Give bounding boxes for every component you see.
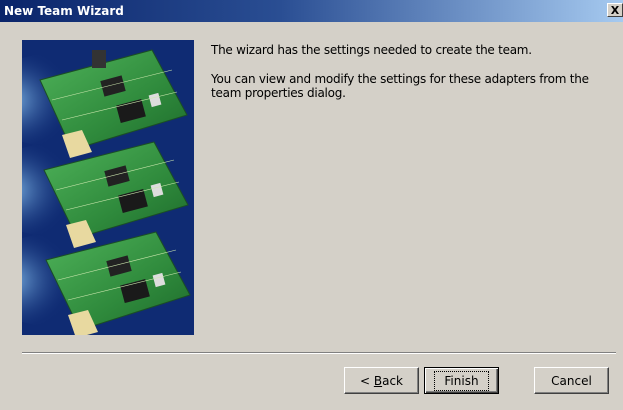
close-icon: X: [610, 3, 620, 17]
wizard-banner-image: [22, 40, 194, 335]
back-button[interactable]: < Back: [344, 367, 419, 394]
button-divider: [22, 352, 616, 354]
finish-button[interactable]: Finish: [424, 367, 499, 394]
window-title: New Team Wizard: [4, 4, 124, 18]
wizard-window: New Team Wizard X The wizard has the set…: [0, 0, 623, 410]
close-button[interactable]: X: [607, 3, 623, 17]
finish-label: Finish: [434, 370, 489, 391]
network-adapter-cards-icon: [22, 40, 194, 335]
back-label: < Back: [359, 373, 403, 388]
cancel-button[interactable]: Cancel: [534, 367, 609, 394]
wizard-message: The wizard has the settings needed to cr…: [211, 43, 616, 100]
summary-text: The wizard has the settings needed to cr…: [211, 43, 532, 57]
cancel-label: Cancel: [551, 373, 592, 388]
title-bar[interactable]: New Team Wizard X: [0, 0, 623, 22]
details-text: You can view and modify the settings for…: [211, 72, 589, 100]
